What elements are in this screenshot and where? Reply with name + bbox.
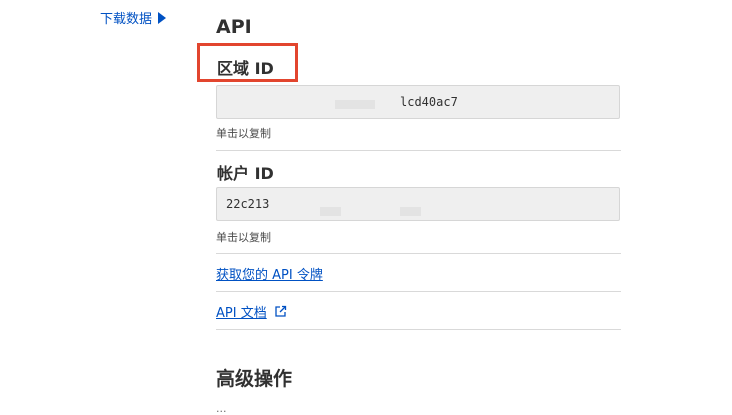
- advanced-actions-title: 高级操作: [216, 368, 293, 390]
- redacted-mask: [400, 207, 421, 216]
- account-id-field[interactable]: 22c213: [216, 187, 620, 221]
- api-section-title: API: [216, 16, 252, 38]
- zone-id-value: lcd40ac7: [400, 95, 458, 109]
- api-docs-link[interactable]: API 文档: [216, 302, 287, 321]
- divider: [216, 329, 621, 330]
- redacted-mask: [335, 100, 375, 109]
- get-api-token-link[interactable]: 获取您的 API 令牌: [216, 264, 323, 283]
- account-id-copy-hint: 单击以复制: [216, 231, 271, 244]
- api-docs-label: API 文档: [216, 306, 267, 321]
- zone-id-label: 区域 ID: [217, 59, 274, 78]
- divider: [216, 253, 621, 254]
- download-data-label: 下载数据: [100, 12, 153, 27]
- zone-id-copy-hint: 单击以复制: [216, 127, 271, 140]
- account-id-label: 帐户 ID: [217, 164, 274, 183]
- divider: [216, 150, 621, 151]
- external-link-icon: [275, 305, 286, 317]
- account-id-value: 22c213: [226, 197, 270, 211]
- redacted-mask: [320, 207, 341, 216]
- divider: [216, 291, 621, 292]
- zone-id-field[interactable]: lcd40ac7: [216, 85, 620, 119]
- download-data-link[interactable]: 下载数据: [100, 8, 167, 27]
- caret-right-icon: [158, 11, 167, 24]
- advanced-first-item[interactable]: ...: [216, 402, 227, 415]
- get-api-token-label: 获取您的 API 令牌: [216, 268, 323, 283]
